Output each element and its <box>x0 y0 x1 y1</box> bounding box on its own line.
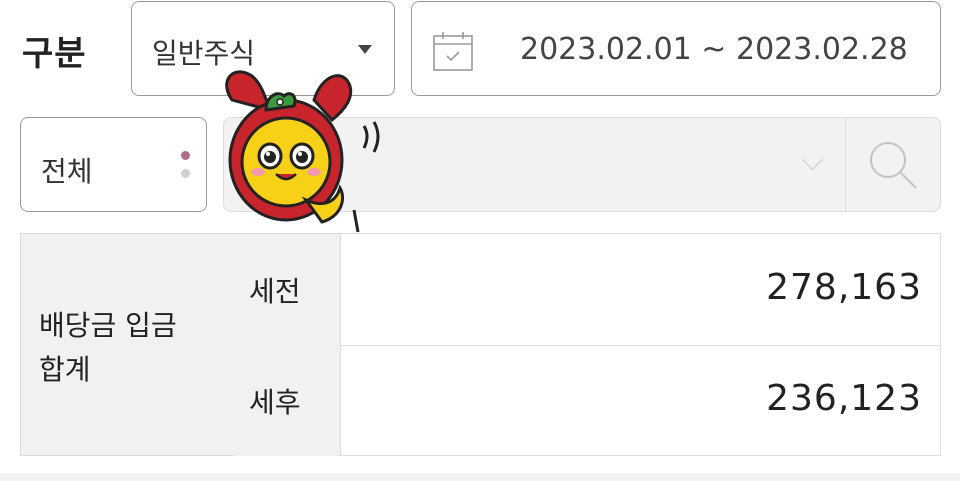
row-label: 세후 <box>249 386 301 419</box>
row-label-cell: 세전 <box>233 234 341 346</box>
summary-title: 배당금 입금 합계 <box>39 309 177 386</box>
summary-header-cell: 배당금 입금 합계 <box>21 234 234 455</box>
indicator-dot-inactive <box>181 169 190 178</box>
row-divider <box>341 345 940 346</box>
mascot-sticker <box>225 70 380 233</box>
dividend-summary-table: 배당금 입금 합계 세전 세후 278,163 236,123 <box>20 233 941 456</box>
bottom-band <box>0 473 960 481</box>
scope-select[interactable]: 전체 <box>20 117 207 212</box>
date-range-picker[interactable]: 2023.02.01 ~ 2023.02.28 <box>411 1 941 96</box>
pretax-amount: 278,163 <box>766 267 922 308</box>
caret-down-icon <box>358 45 372 54</box>
calendar-icon <box>433 32 473 71</box>
aftertax-amount: 236,123 <box>766 378 922 419</box>
gubun-label: 구분 <box>22 34 87 74</box>
indicator-dot-active <box>181 151 190 160</box>
date-range-value: 2023.02.01 ~ 2023.02.28 <box>520 32 908 67</box>
search-icon[interactable] <box>866 138 920 192</box>
chevron-down-icon <box>801 148 824 171</box>
divider <box>845 118 846 211</box>
row-label: 세전 <box>249 275 301 308</box>
row-label-cell: 세후 <box>233 345 341 456</box>
scope-value: 전체 <box>41 155 93 188</box>
